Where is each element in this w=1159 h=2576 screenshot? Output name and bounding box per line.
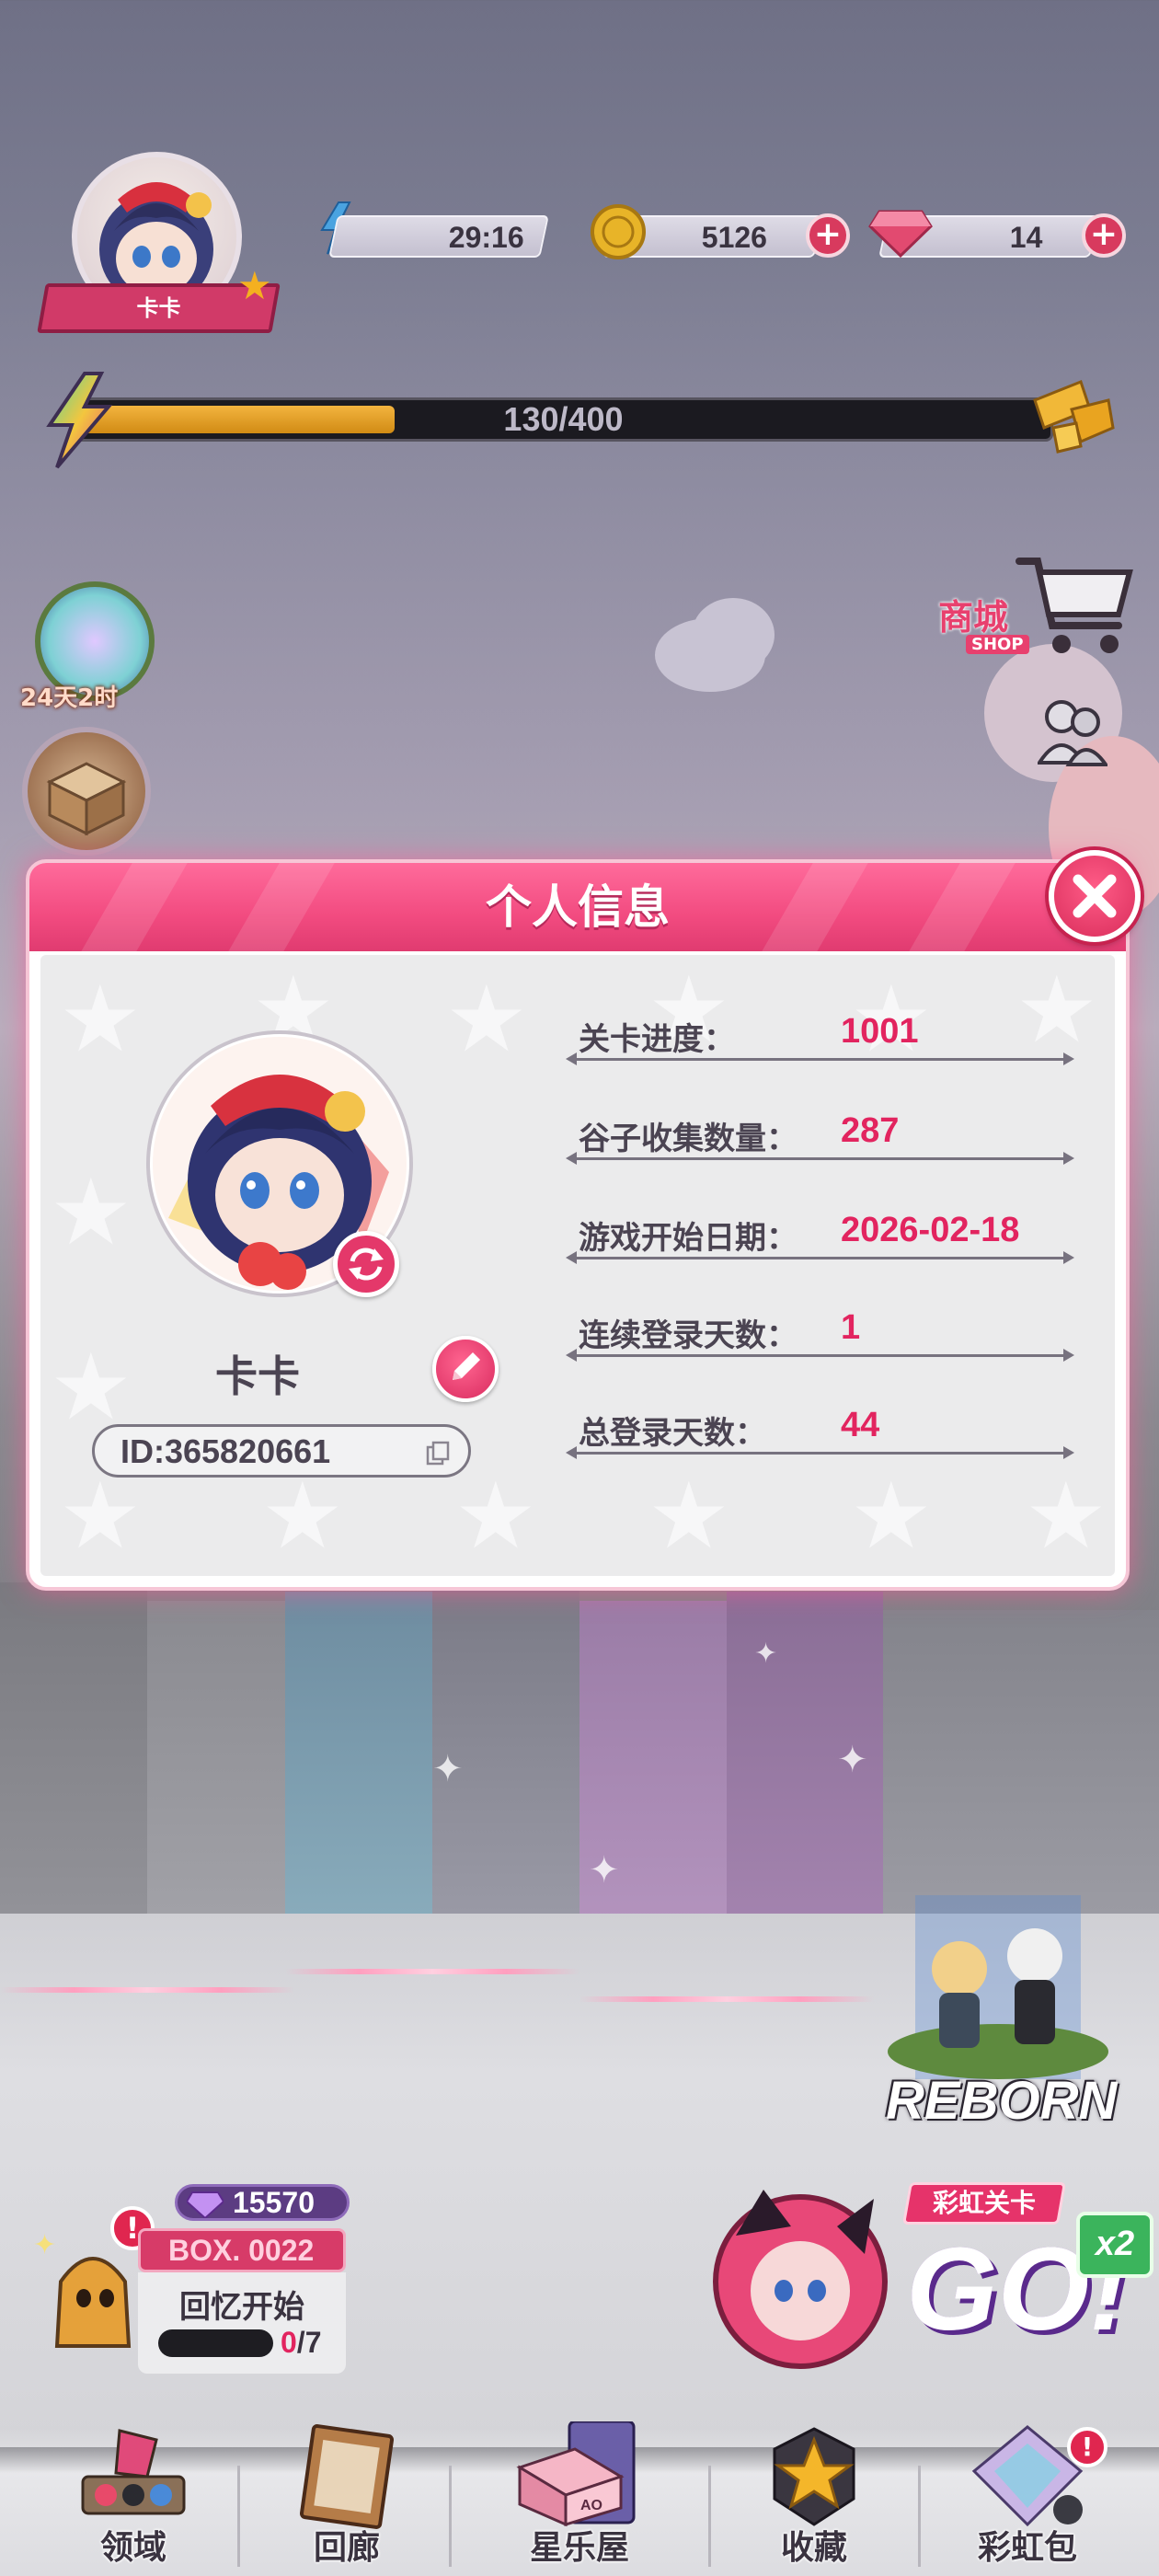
rainbow-pack-alert-badge: ! bbox=[1067, 2427, 1107, 2467]
nav-tab-star-house[interactable]: AO 星乐屋 bbox=[474, 2421, 685, 2576]
event-timer-label: 24天2时 bbox=[20, 684, 119, 712]
info-row-start-date: 游戏开始日期： 2026-02-18 bbox=[560, 1209, 1075, 1264]
rainbow-level-label-pill: 彩虹关卡 bbox=[901, 2182, 1067, 2225]
info-label: 总登录天数： bbox=[579, 1415, 766, 1452]
info-label: 连续登录天数： bbox=[579, 1317, 798, 1354]
nav-tab-domain[interactable]: 领域 bbox=[28, 2421, 239, 2576]
coin-icon bbox=[589, 202, 648, 265]
shop-button[interactable]: 商城 SHOP bbox=[938, 543, 1133, 662]
friends-icon[interactable] bbox=[1036, 695, 1109, 772]
level-progress-text: 130/400 bbox=[503, 400, 624, 438]
nav-tab-collection[interactable]: 收藏 bbox=[708, 2421, 920, 2576]
shop-sub-label: SHOP bbox=[966, 635, 1029, 654]
reborn-label: REBORN bbox=[886, 2071, 1118, 2131]
domain-icon bbox=[81, 2429, 186, 2515]
box-progress-done: 0 bbox=[281, 2326, 297, 2359]
gem-icon bbox=[868, 206, 933, 261]
box-title: BOX. 0022 bbox=[168, 2234, 315, 2267]
modal-header: 个人信息 bbox=[29, 863, 1126, 951]
info-row-login-streak: 连续登录天数： 1 bbox=[560, 1306, 1075, 1362]
refresh-icon bbox=[349, 1248, 384, 1281]
level-progress-bar: 130/400 bbox=[74, 397, 1053, 442]
info-divider bbox=[566, 1349, 1074, 1362]
info-value: 1 bbox=[841, 1308, 861, 1347]
chest-icon bbox=[46, 762, 127, 836]
reborn-event-button[interactable]: REBORN bbox=[878, 1895, 1118, 2153]
box-progress-total: /7 bbox=[296, 2326, 322, 2359]
player-id-field[interactable]: ID:365820661 bbox=[92, 1424, 471, 1478]
profile-modal: 个人信息 ★ ★ ★ ★ ★ ★ ★ ★ ★ ★ ★ ★ ★ ★ 卡卡 ID:3… bbox=[26, 859, 1130, 1591]
change-avatar-button[interactable] bbox=[333, 1231, 399, 1297]
info-value: 2026-02-18 bbox=[841, 1211, 1020, 1249]
info-row-collection-count: 谷子收集数量： 287 bbox=[560, 1110, 1075, 1165]
energy-timer-value: 29:16 bbox=[448, 221, 524, 254]
reborn-characters-icon bbox=[888, 1895, 1108, 2079]
nav-tab-gallery[interactable]: 回廊 bbox=[241, 2421, 453, 2576]
info-divider bbox=[566, 1446, 1074, 1459]
info-label: 谷子收集数量： bbox=[579, 1121, 798, 1157]
profile-name: 卡卡 bbox=[215, 1351, 300, 1401]
add-gems-button[interactable]: + bbox=[1082, 213, 1126, 258]
nav-label: 回廊 bbox=[313, 2529, 380, 2567]
lightning-icon bbox=[37, 370, 120, 475]
box-gem-pill: 15570 bbox=[175, 2184, 350, 2221]
gallery-frame-icon bbox=[299, 2424, 395, 2529]
box-subpanel: 回忆开始 0/7 bbox=[138, 2272, 346, 2374]
close-button[interactable] bbox=[1049, 850, 1141, 942]
svg-text:AO: AO bbox=[580, 2498, 602, 2513]
chest-widget[interactable] bbox=[22, 727, 151, 856]
shop-label: 商城 bbox=[938, 597, 1009, 638]
info-row-level-progress: 关卡进度： 1001 bbox=[560, 1010, 1075, 1065]
energy-timer-pill: 29:16 bbox=[328, 215, 549, 258]
modal-title: 个人信息 bbox=[486, 880, 670, 934]
box-progress-text: 0/7 bbox=[281, 2326, 321, 2360]
shopping-cart-icon bbox=[1016, 558, 1133, 653]
box-gem-value: 15570 bbox=[233, 2186, 315, 2219]
svg-text:✦: ✦ bbox=[33, 2229, 56, 2261]
info-value: 287 bbox=[841, 1111, 900, 1150]
modal-body: ★ ★ ★ ★ ★ ★ ★ ★ ★ ★ ★ ★ ★ ★ 卡卡 ID:365820… bbox=[40, 955, 1115, 1576]
rainbow-character-icon bbox=[713, 2190, 888, 2369]
edit-name-button[interactable] bbox=[432, 1336, 499, 1402]
star-trophy-icon bbox=[773, 2427, 855, 2526]
info-divider bbox=[566, 1251, 1074, 1264]
pencil-icon bbox=[453, 1352, 480, 1380]
star-icon: ★ bbox=[237, 263, 272, 308]
player-id-text: ID:365820661 bbox=[120, 1432, 331, 1470]
rainbow-level-label: 彩虹关卡 bbox=[932, 2188, 1036, 2218]
info-label: 关卡进度： bbox=[579, 1021, 735, 1058]
box-progress-bar bbox=[158, 2329, 273, 2357]
coins-value: 5126 bbox=[701, 221, 767, 254]
add-coins-button[interactable]: + bbox=[806, 213, 850, 258]
nav-label: 星乐屋 bbox=[529, 2529, 629, 2567]
info-divider bbox=[566, 1052, 1074, 1065]
info-value: 44 bbox=[841, 1406, 880, 1444]
info-row-total-login: 总登录天数： 44 bbox=[560, 1404, 1075, 1459]
nav-label: 领域 bbox=[99, 2529, 166, 2567]
nav-label: 收藏 bbox=[780, 2529, 847, 2567]
purple-gem-icon bbox=[187, 2191, 224, 2218]
star-house-icon: AO bbox=[516, 2421, 636, 2527]
info-divider bbox=[566, 1152, 1074, 1165]
copy-icon[interactable] bbox=[424, 1440, 452, 1471]
nav-label: 彩虹包 bbox=[977, 2529, 1077, 2567]
info-value: 1001 bbox=[841, 1012, 919, 1051]
box-title-pill: BOX. 0022 bbox=[138, 2228, 346, 2272]
gems-value: 14 bbox=[1010, 221, 1043, 254]
bar-reward-icon[interactable] bbox=[1026, 373, 1118, 459]
close-icon bbox=[1073, 874, 1117, 918]
info-label: 游戏开始日期： bbox=[579, 1220, 798, 1257]
box-subtitle: 回忆开始 bbox=[179, 2289, 304, 2326]
multiplier-badge: x2 bbox=[1076, 2212, 1153, 2278]
